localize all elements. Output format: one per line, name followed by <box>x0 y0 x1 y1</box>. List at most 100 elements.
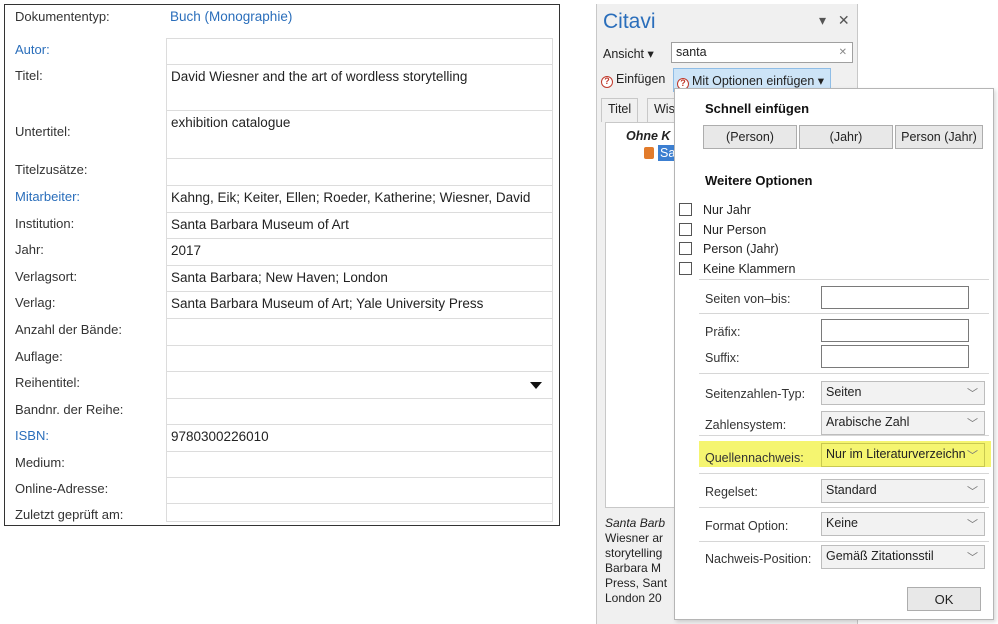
form-row-dokumententyp: Dokumententyp: Buch (Monographie) <box>5 5 559 31</box>
divider <box>699 435 989 436</box>
insert-options-label: Mit Optionen einfügen ▾ <box>692 74 825 88</box>
author-link[interactable]: Autor: <box>15 42 50 57</box>
clear-search-icon[interactable]: ✕ <box>839 47 847 58</box>
volumes-field[interactable] <box>166 318 553 345</box>
publisher-field[interactable]: Santa Barbara Museum of Art; Yale Univer… <box>166 291 553 318</box>
chevron-down-icon: ﹀ <box>967 388 978 400</box>
pane-controls-icon[interactable]: ▾ ✕ <box>819 12 854 29</box>
position-select[interactable]: Gemäß Zitationsstil ﹀ <box>821 545 985 569</box>
page-type-label: Seitenzahlen-Typ: <box>705 387 806 401</box>
page-type-select[interactable]: Seiten ﹀ <box>821 381 985 405</box>
ruleset-label: Regelset: <box>705 485 758 499</box>
checkbox-label: Keine Klammern <box>703 262 796 276</box>
page-type-value: Seiten <box>826 385 862 399</box>
format-option-label: Format Option: <box>705 519 789 533</box>
divider <box>699 279 989 280</box>
prefix-input[interactable] <box>821 319 969 342</box>
pages-label: Seiten von–bis: <box>705 292 791 306</box>
form-row-titel: Titel: David Wiesner and the art of word… <box>5 64 559 110</box>
checkbox-icon[interactable] <box>679 223 692 236</box>
source-select[interactable]: Nur im Literaturverzeichn ﹀ <box>821 443 985 467</box>
contributors-field[interactable]: Kahng, Eik; Keiter, Ellen; Roeder, Kathe… <box>166 185 553 212</box>
document-type-link[interactable]: Buch (Monographie) <box>166 5 553 31</box>
title-field[interactable]: David Wiesner and the art of wordless st… <box>166 64 553 110</box>
form-row-reihentitel: Reihentitel: <box>5 371 559 398</box>
checkbox-icon[interactable] <box>679 242 692 255</box>
insert-options-panel: Schnell einfügen (Person) (Jahr) Person … <box>674 88 994 620</box>
suffix-input[interactable] <box>821 345 969 368</box>
form-row-medium: Medium: <box>5 451 559 477</box>
year-field[interactable]: 2017 <box>166 238 553 265</box>
position-label: Nachweis-Position: <box>705 552 812 566</box>
form-row-online-adresse: Online-Adresse: <box>5 477 559 503</box>
more-options-heading: Weitere Optionen <box>705 173 813 188</box>
ruleset-select[interactable]: Standard ﹀ <box>821 479 985 503</box>
checkbox-person-jahr[interactable]: Person (Jahr) <box>679 242 779 256</box>
medium-field[interactable] <box>166 451 553 477</box>
form-row-isbn: ISBN: 9780300226010 <box>5 424 559 451</box>
checkbox-label: Nur Person <box>703 223 767 237</box>
field-label-reihentitel: Reihentitel: <box>15 375 81 390</box>
quick-person-year-button[interactable]: Person (Jahr) <box>895 125 983 149</box>
suffix-label: Suffix: <box>705 351 740 365</box>
view-menu-button[interactable]: Ansicht ▾ <box>603 46 654 61</box>
dropdown-arrow-icon[interactable] <box>530 382 542 389</box>
quick-insert-heading: Schnell einfügen <box>705 101 810 116</box>
title-additions-field[interactable] <box>166 158 553 185</box>
series-number-field[interactable] <box>166 398 553 424</box>
form-row-jahr: Jahr: 2017 <box>5 238 559 265</box>
format-option-select[interactable]: Keine ﹀ <box>821 512 985 536</box>
series-dropdown[interactable] <box>166 371 553 398</box>
number-system-select[interactable]: Arabische Zahl ﹀ <box>821 411 985 435</box>
form-row-untertitel: Untertitel: exhibition catalogue <box>5 110 559 158</box>
field-label-institution: Institution: <box>15 216 75 231</box>
form-row-institution: Institution: Santa Barbara Museum of Art <box>5 212 559 238</box>
contributors-link[interactable]: Mitarbeiter: <box>15 189 80 204</box>
checkbox-icon[interactable] <box>679 203 692 216</box>
checkbox-keine-klammern[interactable]: Keine Klammern <box>679 262 795 276</box>
edition-field[interactable] <box>166 345 553 371</box>
pages-input[interactable] <box>821 286 969 309</box>
ruleset-value: Standard <box>826 483 877 497</box>
form-row-verlag: Verlag: Santa Barbara Museum of Art; Yal… <box>5 291 559 318</box>
checkbox-icon[interactable] <box>679 262 692 275</box>
author-field[interactable] <box>166 38 553 64</box>
chevron-down-icon: ﹀ <box>967 418 978 430</box>
institution-field[interactable]: Santa Barbara Museum of Art <box>166 212 553 238</box>
field-label-bandnr: Bandnr. der Reihe: <box>15 402 124 417</box>
isbn-field[interactable]: 9780300226010 <box>166 424 553 451</box>
checkbox-nur-person[interactable]: Nur Person <box>679 223 766 237</box>
checkbox-nur-jahr[interactable]: Nur Jahr <box>679 203 751 217</box>
quick-person-button[interactable]: (Person) <box>703 125 797 149</box>
divider <box>699 373 989 374</box>
field-label-verlag: Verlag: <box>15 295 56 310</box>
form-row-mitarbeiter: Mitarbeiter: Kahng, Eik; Keiter, Ellen; … <box>5 185 559 212</box>
source-label: Quellennachweis: <box>705 451 804 465</box>
last-checked-field[interactable] <box>166 503 553 522</box>
chevron-down-icon: ﹀ <box>967 450 978 462</box>
ok-button[interactable]: OK <box>907 587 981 611</box>
format-option-value: Keine <box>826 516 858 530</box>
divider <box>699 507 989 508</box>
search-input[interactable]: santa ✕ <box>671 42 853 63</box>
citavi-title: Citavi <box>603 10 656 33</box>
field-label-online-adresse: Online-Adresse: <box>15 481 109 496</box>
form-row-verlagsort: Verlagsort: Santa Barbara; New Haven; Lo… <box>5 265 559 291</box>
checkbox-label: Person (Jahr) <box>703 242 779 256</box>
insert-button[interactable]: ? Einfügen <box>601 72 665 88</box>
isbn-link[interactable]: ISBN: <box>15 428 49 443</box>
field-label-verlagsort: Verlagsort: <box>15 269 78 284</box>
tree-group-label[interactable]: Ohne K <box>626 129 670 143</box>
form-row-anzahl-baende: Anzahl der Bände: <box>5 318 559 345</box>
subtitle-field[interactable]: exhibition catalogue <box>166 110 553 158</box>
insert-label: Einfügen <box>616 72 666 86</box>
form-row-bandnr: Bandnr. der Reihe: <box>5 398 559 424</box>
divider <box>699 541 989 542</box>
quick-year-button[interactable]: (Jahr) <box>799 125 893 149</box>
reference-form: Dokumententyp: Buch (Monographie) Autor:… <box>4 4 560 526</box>
tab-titel[interactable]: Titel <box>601 98 639 122</box>
place-field[interactable]: Santa Barbara; New Haven; London <box>166 265 553 291</box>
url-field[interactable] <box>166 477 553 503</box>
chevron-down-icon: ﹀ <box>967 519 978 531</box>
field-label-untertitel: Untertitel: <box>15 124 71 139</box>
